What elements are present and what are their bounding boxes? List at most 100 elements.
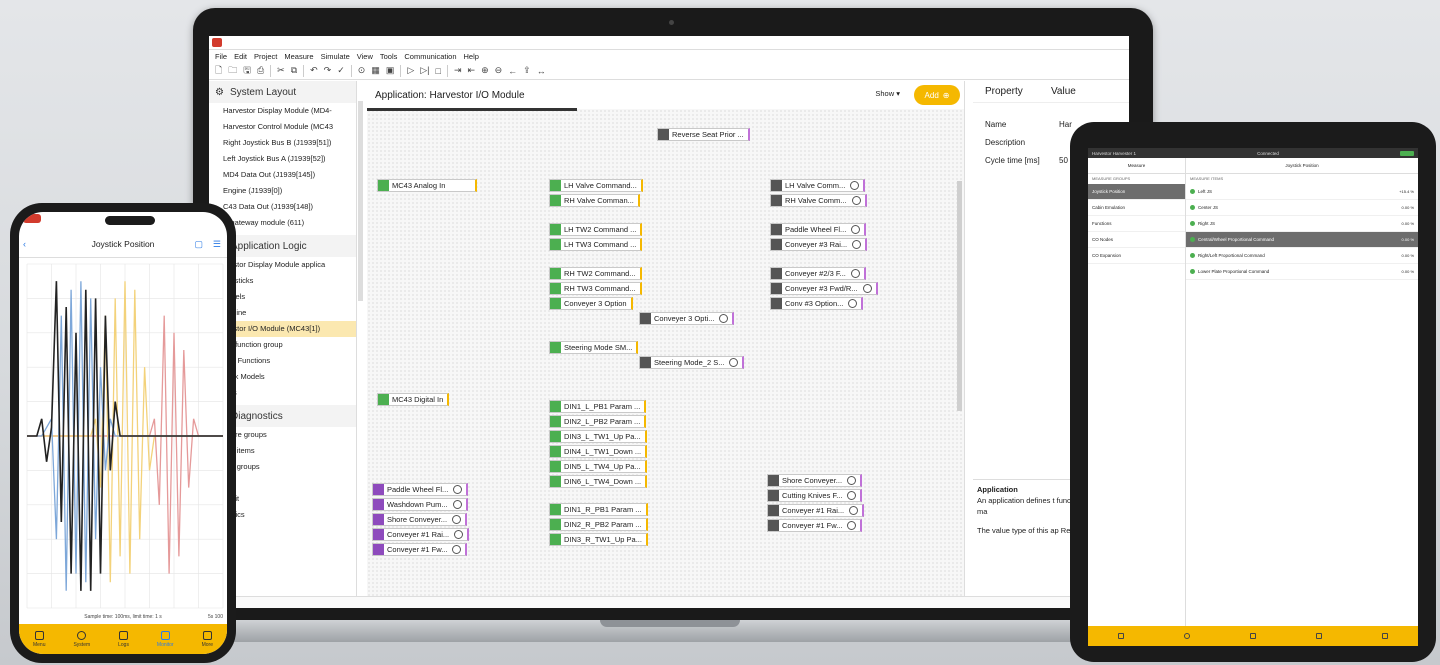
port-circle-icon[interactable] <box>452 515 462 524</box>
port-circle-icon[interactable] <box>850 269 860 278</box>
menu-project[interactable]: Project <box>254 52 277 61</box>
play-icon[interactable]: ▷ <box>407 65 414 76</box>
measure-item[interactable]: Right JS 0.00 % <box>1186 216 1418 232</box>
port-circle-icon[interactable] <box>454 530 464 539</box>
grid-icon[interactable]: ▦ <box>371 65 380 76</box>
sidebar-item[interactable]: Engine (J1939[0]) <box>209 183 356 199</box>
logic-node[interactable]: DIN1_R_PB1 Param ... <box>549 503 648 516</box>
measure-group-item[interactable]: CO Expansion <box>1088 248 1185 264</box>
logic-node[interactable]: Steering Mode SM... <box>549 341 639 354</box>
menu-icon[interactable]: ☰ <box>213 239 221 249</box>
chip-icon[interactable]: ▣ <box>386 65 395 76</box>
nav-menu[interactable]: Menu <box>33 630 46 648</box>
upload-icon[interactable]: ⇪ <box>523 65 531 76</box>
logic-node[interactable]: RH TW3 Command... <box>549 282 642 295</box>
logic-node[interactable]: LH Valve Comm... <box>770 179 866 192</box>
port-circle-icon[interactable] <box>847 521 857 530</box>
logic-node[interactable]: LH TW2 Command ... <box>549 223 643 236</box>
nav-more[interactable]: More <box>202 630 213 648</box>
logic-node[interactable]: LH TW3 Command ... <box>549 238 643 251</box>
logic-node[interactable]: Reverse Seat Prior ... <box>657 128 750 141</box>
show-dropdown[interactable]: Show ▾ <box>875 89 900 98</box>
port-circle-icon[interactable] <box>729 358 739 367</box>
menu-communication[interactable]: Communication <box>404 52 456 61</box>
logic-node[interactable]: Conv #3 Option... <box>770 297 864 310</box>
logic-node[interactable]: DIN1_L_PB1 Param ... <box>549 400 647 413</box>
sidebar-item[interactable]: Left Joystick Bus A (J1939[52]) <box>209 151 356 167</box>
property-value[interactable]: 50 <box>1059 156 1068 165</box>
port-circle-icon[interactable] <box>852 240 862 249</box>
logic-node[interactable]: DIN5_L_TW4_Up Pa... <box>549 460 647 473</box>
back-icon[interactable]: ‹ <box>23 239 26 249</box>
forward-icon[interactable]: ⇥ <box>454 65 462 76</box>
save-icon[interactable]: 🖫 <box>243 63 251 79</box>
port-circle-icon[interactable] <box>851 225 861 234</box>
sidebar-item[interactable]: Right Joystick Bus B (J1939[51]) <box>209 135 356 151</box>
logic-node[interactable]: Shore Conveyer... <box>767 474 863 487</box>
menu-tools[interactable]: Tools <box>380 52 398 61</box>
logic-node[interactable]: DIN2_L_PB2 Param ... <box>549 415 647 428</box>
check-icon[interactable]: ✓ <box>337 65 345 76</box>
sidebar-item[interactable]: MD4 Data Out (J1939[145]) <box>209 167 356 183</box>
logic-node[interactable]: Conveyer #2/3 F... <box>770 267 866 280</box>
cut-icon[interactable]: ✂ <box>277 65 285 76</box>
nav-more-icon[interactable] <box>1382 633 1388 639</box>
logic-node[interactable]: Conveyer #1 Rai... <box>767 504 865 517</box>
logic-node[interactable]: LH Valve Command... <box>549 179 643 192</box>
window-icon[interactable]: ▢ <box>194 239 203 249</box>
system-layout-header[interactable]: ⚙ System Layout <box>209 81 356 103</box>
port-circle-icon[interactable] <box>452 500 462 509</box>
logic-node[interactable]: DIN2_R_PB2 Param ... <box>549 518 648 531</box>
copy-icon[interactable]: ⧉ <box>291 65 297 76</box>
expand-icon[interactable]: ↔ <box>537 66 546 76</box>
menu-view[interactable]: View <box>357 52 373 61</box>
sidebar-scrollbar[interactable] <box>358 101 363 301</box>
logic-node[interactable]: Conveyer #1 Rai... <box>372 528 470 541</box>
nav-system-icon[interactable] <box>1184 633 1190 639</box>
nav-monitor-icon[interactable] <box>1316 633 1322 639</box>
sidebar-item[interactable]: C43 Data Out (J1939[148]) <box>209 199 356 215</box>
nav-logs[interactable]: Logs <box>118 630 129 648</box>
redo-icon[interactable]: ↷ <box>324 65 332 76</box>
port-circle-icon[interactable] <box>851 196 861 205</box>
target-icon[interactable]: ⊙ <box>358 65 366 76</box>
port-circle-icon[interactable] <box>453 485 463 494</box>
measure-item[interactable]: Lower Plate Proportional Command 0.00 % <box>1186 264 1418 280</box>
port-circle-icon[interactable] <box>849 506 859 515</box>
new-file-icon[interactable]: 🗋 <box>215 63 222 79</box>
logic-node[interactable]: DIN4_L_TW1_Down ... <box>549 445 648 458</box>
nav-logs-icon[interactable] <box>1250 633 1256 639</box>
sidebar-item[interactable]: Harvestor Control Module (MC43 <box>209 119 356 135</box>
property-value[interactable]: Har <box>1059 120 1072 129</box>
port-circle-icon[interactable] <box>719 314 729 323</box>
nav-menu-icon[interactable] <box>1118 633 1124 639</box>
menu-file[interactable]: File <box>215 52 227 61</box>
logic-node[interactable]: DIN3_L_TW1_Up Pa... <box>549 430 647 443</box>
print-icon[interactable]: ⎙ <box>257 65 264 76</box>
canvas-scrollbar[interactable] <box>957 181 962 411</box>
logic-node[interactable]: Cutting Knives F... <box>767 489 863 502</box>
port-circle-icon[interactable] <box>850 181 860 190</box>
nav-monitor[interactable]: Monitor <box>157 630 174 648</box>
zoom-in-icon[interactable]: ⊕ <box>481 65 489 76</box>
menu-simulate[interactable]: Simulate <box>321 52 350 61</box>
port-circle-icon[interactable] <box>847 491 857 500</box>
port-circle-icon[interactable] <box>848 299 858 308</box>
step-icon[interactable]: ▷| <box>420 65 429 76</box>
logic-node[interactable]: Paddle Wheel Fl... <box>770 223 867 236</box>
menu-help[interactable]: Help <box>464 52 479 61</box>
measure-group-item[interactable]: CO Nodes <box>1088 232 1185 248</box>
measure-item[interactable]: Left JS +15.4 % <box>1186 184 1418 200</box>
logic-node[interactable]: Conveyer #1 Fw... <box>372 543 468 556</box>
logic-node[interactable]: MC43 Digital In <box>377 393 450 406</box>
logic-node[interactable]: Steering Mode_2 S... <box>639 356 745 369</box>
measure-item-selected[interactable]: Central/Wheel Proportional Command 0.00 % <box>1186 232 1418 248</box>
logic-node[interactable]: Washdown Pum... <box>372 498 468 511</box>
logic-node[interactable]: RH Valve Comman... <box>549 194 640 207</box>
undo-icon[interactable]: ↶ <box>310 65 318 76</box>
logic-node[interactable]: Conveyer #3 Fwd/R... <box>770 282 878 295</box>
logic-node[interactable]: Conveyer #1 Fw... <box>767 519 863 532</box>
menu-edit[interactable]: Edit <box>234 52 247 61</box>
logic-node[interactable]: Conveyer 3 Opti... <box>639 312 735 325</box>
logic-node[interactable]: RH TW2 Command... <box>549 267 642 280</box>
